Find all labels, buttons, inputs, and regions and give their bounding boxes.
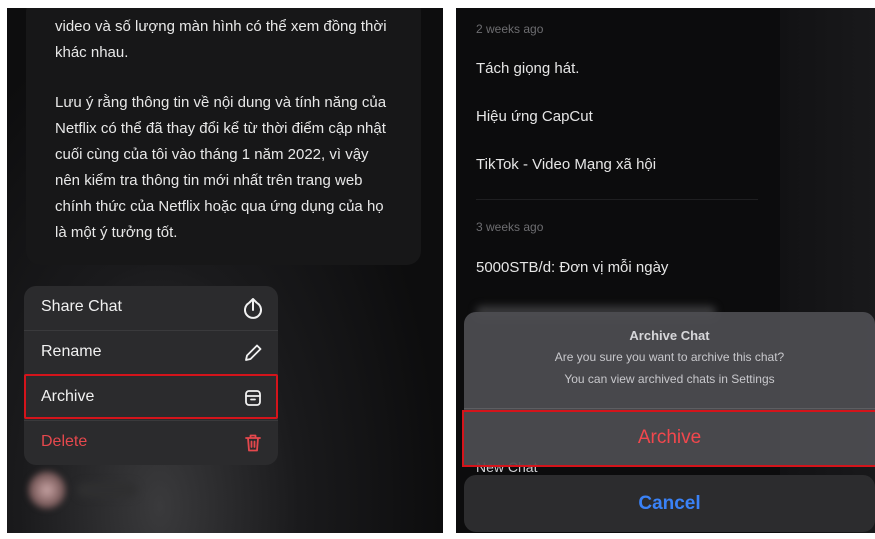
blurred-username <box>77 483 137 497</box>
message-paragraph: video và số lượng màn hình có thể xem đồ… <box>55 18 387 61</box>
section-header: 3 weeks ago <box>476 220 544 234</box>
archive-highlight-frame <box>24 374 278 419</box>
pencil-icon <box>242 342 264 364</box>
chat-list-item[interactable]: Tách giọng hát. <box>476 60 579 77</box>
share-chat-menu-item[interactable]: Share Chat <box>24 286 278 330</box>
section-divider <box>476 199 758 200</box>
dialog-message: Are you sure you want to archive this ch… <box>554 350 785 364</box>
avatar <box>27 470 67 510</box>
left-screenshot-panel: video và số lượng màn hình có thể xem đồ… <box>7 8 443 533</box>
menu-item-label: Share Chat <box>41 298 122 315</box>
rename-menu-item[interactable]: Rename <box>24 331 278 375</box>
message-paragraph: Lưu ý rằng thông tin về nội dung và tính… <box>55 94 387 241</box>
trash-icon <box>242 432 264 454</box>
dialog-message: You can view archived chats in Settings <box>564 372 775 386</box>
section-header: 2 weeks ago <box>476 22 544 36</box>
cancel-button[interactable]: Cancel <box>464 475 875 532</box>
dialog-title: Archive Chat <box>629 328 710 343</box>
right-screenshot-panel: 2 weeks ago Tách giọng hát. Hiệu ứng Cap… <box>456 8 875 533</box>
chat-list-item[interactable]: TikTok - Video Mạng xã hội <box>476 156 656 173</box>
chat-list-item[interactable]: 5000STB/d: Đơn vị mỗi ngày <box>476 259 668 276</box>
chat-list-item[interactable]: Hiệu ứng CapCut <box>476 108 593 125</box>
menu-item-label: Rename <box>41 343 102 360</box>
menu-item-label: Delete <box>41 433 88 450</box>
archive-confirm-highlight-frame <box>462 410 875 467</box>
share-icon <box>242 297 264 319</box>
delete-menu-item[interactable]: Delete <box>24 421 278 465</box>
